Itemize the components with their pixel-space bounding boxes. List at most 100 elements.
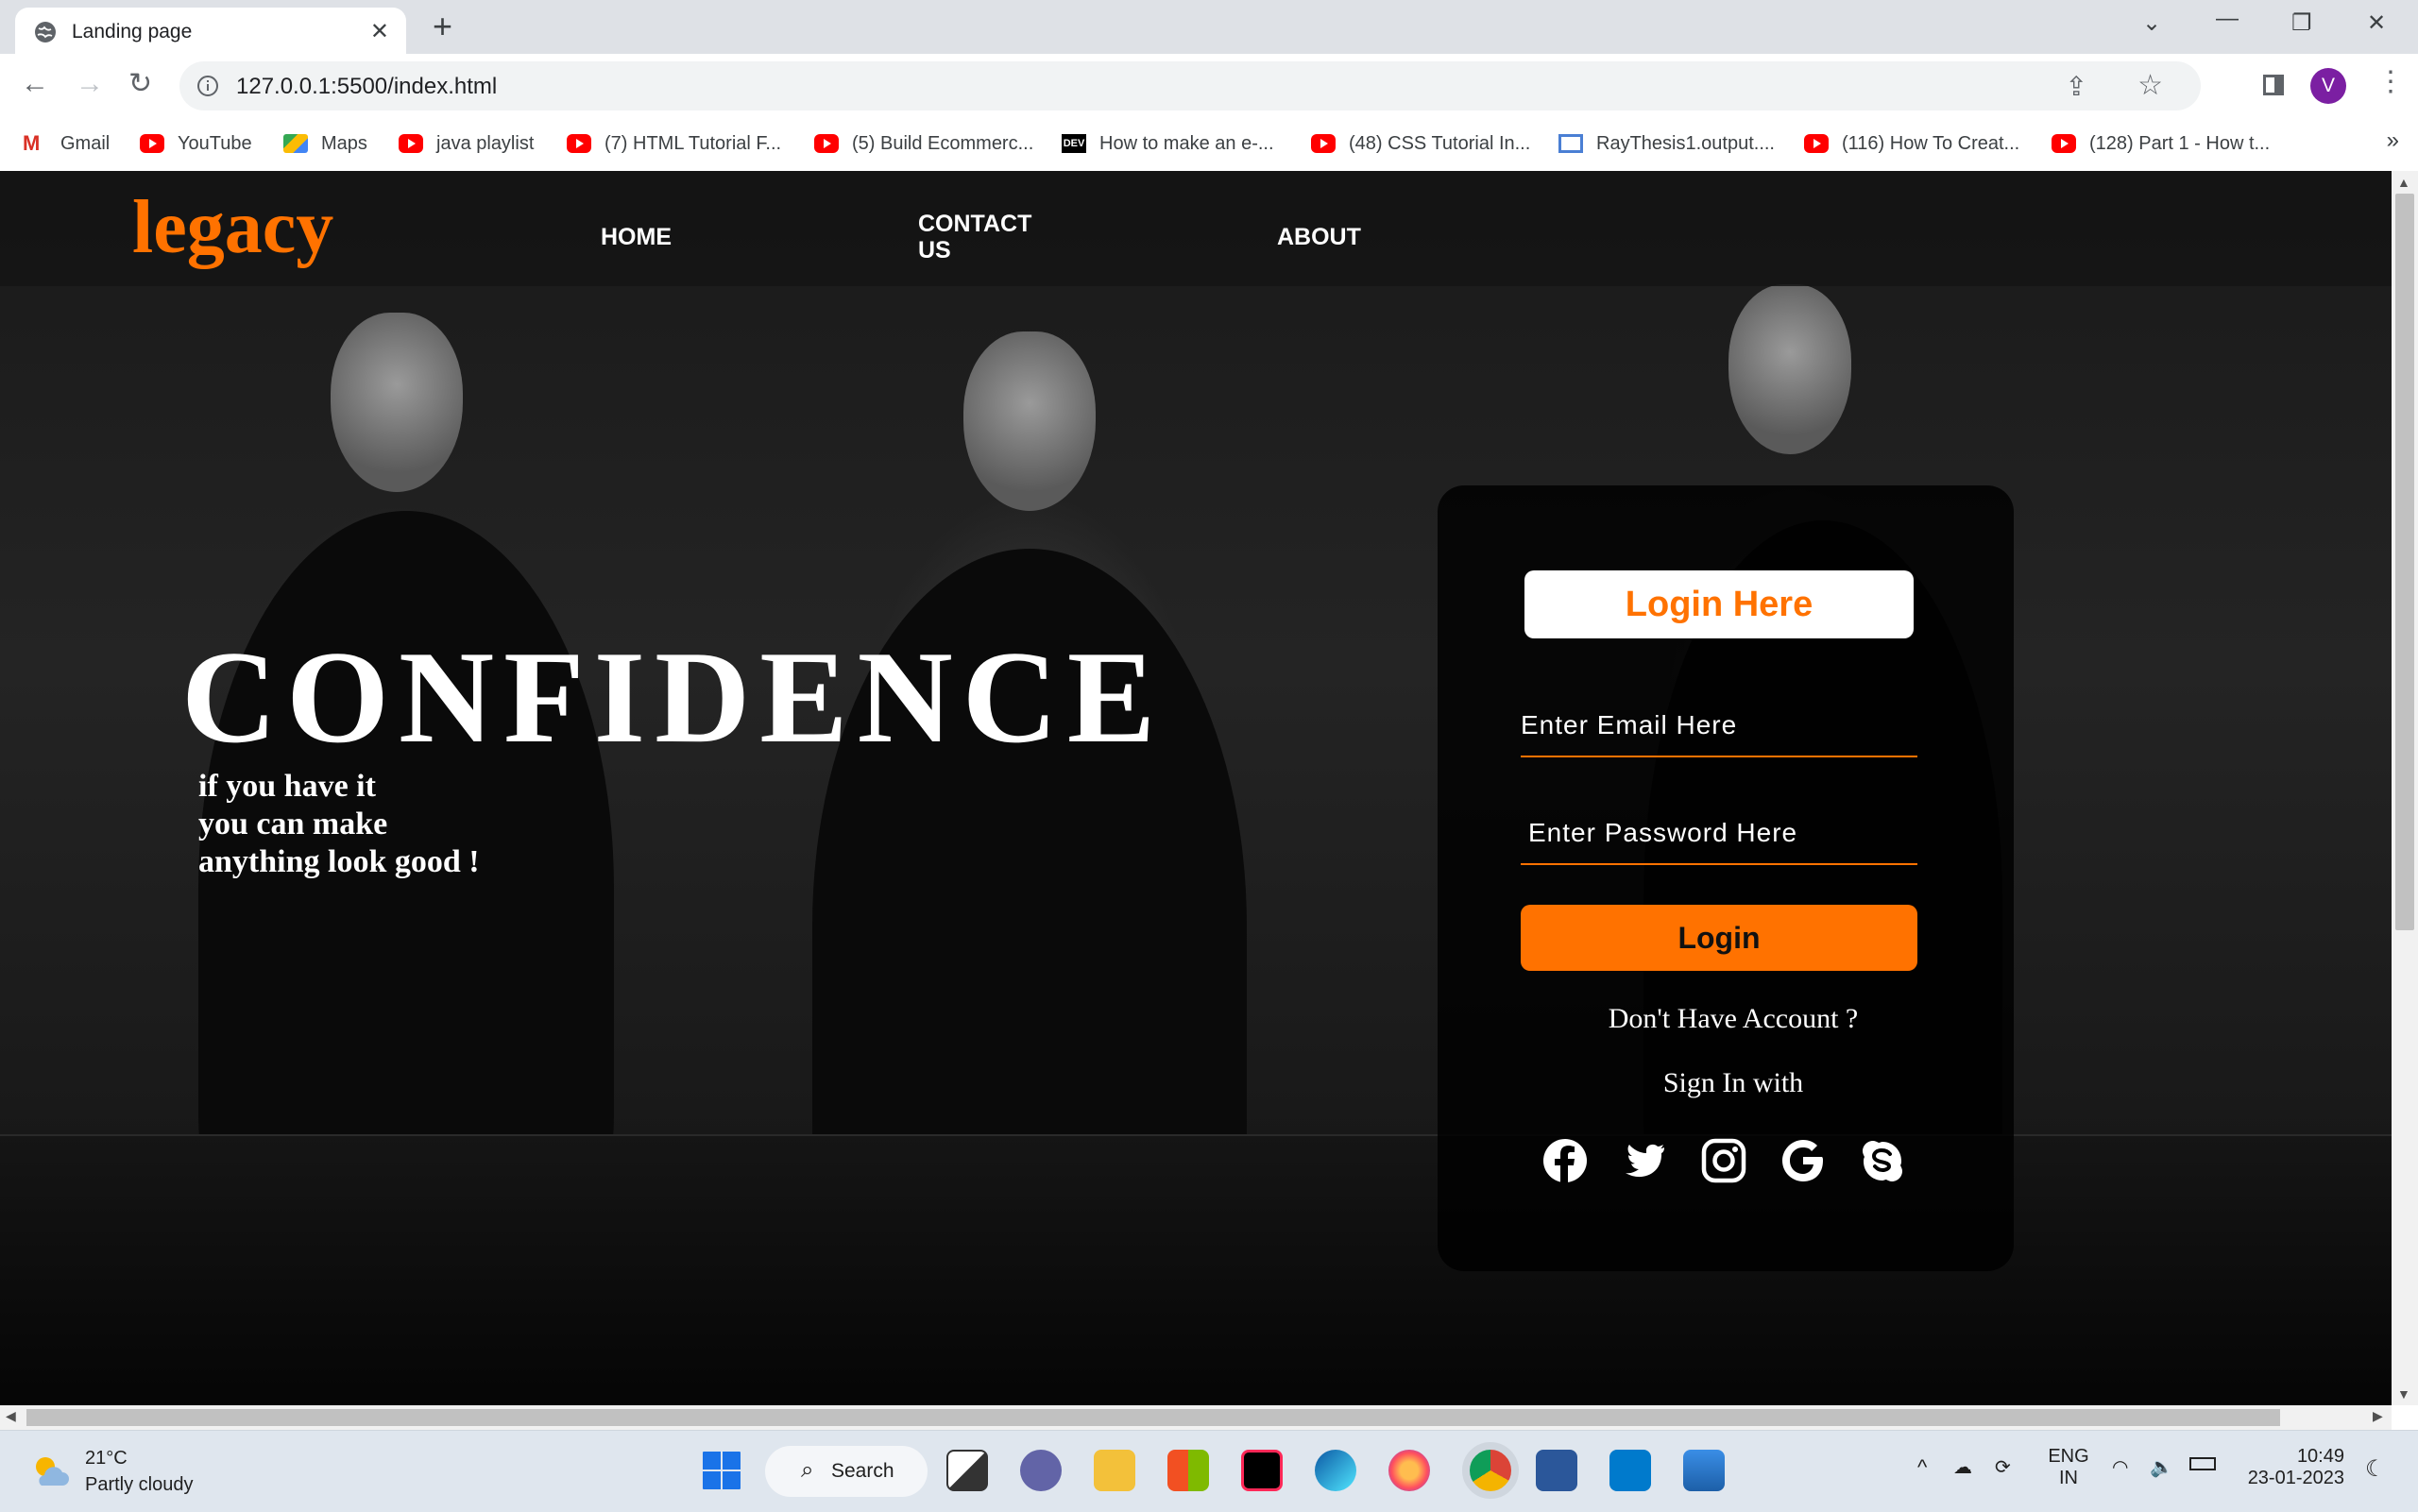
onedrive-icon[interactable]: ☁ xyxy=(1953,1455,1972,1479)
more-bookmarks-icon[interactable]: » xyxy=(2387,127,2399,154)
email-placeholder: Enter Email Here xyxy=(1521,710,1738,739)
word-icon[interactable] xyxy=(1536,1450,1577,1491)
weather-icon[interactable] xyxy=(28,1450,72,1493)
language-line1: ENG xyxy=(2048,1446,2089,1467)
new-tab-button[interactable]: + xyxy=(433,8,452,45)
youtube-icon xyxy=(399,134,423,153)
password-field[interactable]: Enter Password Here xyxy=(1521,805,1917,865)
hero-tagline-line3: anything look good ! xyxy=(198,844,480,879)
chrome-icon[interactable] xyxy=(1462,1442,1519,1499)
intellij-icon[interactable] xyxy=(1241,1450,1283,1491)
site-info-icon[interactable] xyxy=(196,75,219,97)
browser-tab[interactable]: Landing page ✕ xyxy=(15,8,406,54)
globe-icon xyxy=(35,22,56,42)
taskbar: 21°C Partly cloudy ⌕ Search ^ ☁ ⟳ ENG IN… xyxy=(0,1430,2418,1512)
dev-icon: DEV xyxy=(1062,134,1086,153)
task-view-icon[interactable] xyxy=(946,1450,988,1491)
bookmarks-bar: M Gmail YouTube Maps java playlist (7) HT… xyxy=(0,118,2418,172)
restore-button[interactable]: ❐ xyxy=(2291,9,2312,37)
nav-home[interactable]: HOME xyxy=(601,224,672,250)
bookmark-maps[interactable]: Maps xyxy=(283,127,367,160)
weather-condition[interactable]: Partly cloudy xyxy=(85,1474,194,1496)
bookmark-how-to-create[interactable]: (116) How To Creat... xyxy=(1804,127,2019,160)
scroll-left-icon[interactable]: ◀ xyxy=(6,1408,16,1424)
nav-about[interactable]: ABOUT xyxy=(1277,224,1361,250)
site-header: legacy HOME CONTACT US ABOUT xyxy=(0,171,2392,286)
google-icon[interactable] xyxy=(1779,1137,1827,1184)
gmail-icon: M xyxy=(23,131,41,155)
page-viewport: legacy HOME CONTACT US ABOUT CONFIDENCE … xyxy=(0,171,2392,1405)
battery-icon[interactable] xyxy=(2189,1457,2216,1470)
horizontal-scroll-thumb[interactable] xyxy=(26,1409,2280,1426)
notifications-icon[interactable]: ☾ xyxy=(2365,1455,2386,1483)
sync-icon[interactable]: ⟳ xyxy=(1995,1455,2011,1479)
back-icon[interactable]: ← xyxy=(21,67,49,101)
reload-icon[interactable]: ↻ xyxy=(128,67,152,101)
show-hidden-icons-icon[interactable]: ^ xyxy=(1917,1455,1927,1480)
bookmark-youtube[interactable]: YouTube xyxy=(140,127,252,160)
windows-start-icon[interactable] xyxy=(701,1450,742,1491)
facebook-icon[interactable] xyxy=(1541,1137,1589,1184)
close-tab-icon[interactable]: ✕ xyxy=(370,18,389,45)
firefox-icon[interactable] xyxy=(1388,1450,1430,1491)
background-sofa xyxy=(0,1134,2392,1405)
bookmark-html-tutorial[interactable]: (7) HTML Tutorial F... xyxy=(567,127,781,160)
login-panel: Login Here Enter Email Here Enter Passwo… xyxy=(1438,485,2014,1271)
photos-icon[interactable] xyxy=(1683,1450,1725,1491)
microsoft-store-icon[interactable] xyxy=(1167,1450,1209,1491)
no-account-link[interactable]: Don't Have Account ? xyxy=(1438,1003,2014,1035)
twitter-icon[interactable] xyxy=(1621,1137,1668,1184)
bookmark-css-tutorial[interactable]: (48) CSS Tutorial In... xyxy=(1311,127,1530,160)
bookmark-part-1[interactable]: (128) Part 1 - How t... xyxy=(2052,127,2270,160)
youtube-icon xyxy=(2052,134,2076,153)
language-line2: IN xyxy=(2059,1468,2078,1488)
youtube-icon xyxy=(140,134,164,153)
vertical-scroll-thumb[interactable] xyxy=(2395,194,2414,930)
nav-contact-line1: CONTACT xyxy=(918,211,1032,237)
scroll-down-icon[interactable]: ▼ xyxy=(2397,1386,2410,1402)
forward-icon[interactable]: → xyxy=(76,67,104,101)
close-window-button[interactable]: ✕ xyxy=(2367,9,2386,37)
horizontal-scrollbar[interactable]: ◀ ▶ xyxy=(0,1405,2392,1430)
address-bar[interactable]: 127.0.0.1:5500/index.html ⇪ ☆ xyxy=(179,61,2201,110)
hero-tagline-line2: you can make xyxy=(198,807,388,841)
tab-title: Landing page xyxy=(72,21,193,42)
bookmark-java-playlist[interactable]: java playlist xyxy=(399,127,534,160)
profile-avatar[interactable]: V xyxy=(2310,68,2346,104)
background-face-center xyxy=(963,331,1096,511)
bookmark-dev-article[interactable]: DEV How to make an e-... xyxy=(1062,127,1274,160)
teams-chat-icon[interactable] xyxy=(1020,1450,1062,1491)
youtube-icon xyxy=(1804,134,1829,153)
minimize-button[interactable]: — xyxy=(2216,6,2239,32)
bookmark-star-icon[interactable]: ☆ xyxy=(2137,69,2163,102)
vscode-icon[interactable] xyxy=(1609,1450,1651,1491)
vertical-scrollbar[interactable]: ▲ ▼ xyxy=(2392,171,2418,1405)
instagram-icon[interactable] xyxy=(1700,1137,1747,1184)
wifi-icon[interactable]: ◠ xyxy=(2112,1455,2128,1479)
volume-icon[interactable]: 🔈 xyxy=(2150,1455,2173,1479)
taskbar-search-label: Search xyxy=(831,1460,894,1482)
bookmark-raythesis[interactable]: RayThesis1.output.... xyxy=(1558,127,1775,160)
tab-strip: Landing page ✕ + ⌄ — ❐ ✕ xyxy=(0,0,2418,54)
taskbar-search[interactable]: ⌕ Search xyxy=(765,1446,928,1497)
youtube-icon xyxy=(567,134,591,153)
edge-icon[interactable] xyxy=(1315,1450,1356,1491)
side-panel-icon[interactable] xyxy=(2263,75,2284,95)
skype-icon[interactable] xyxy=(1859,1137,1906,1184)
scroll-up-icon[interactable]: ▲ xyxy=(2397,175,2410,190)
email-field[interactable]: Enter Email Here xyxy=(1521,697,1917,757)
nav-contact-us[interactable]: CONTACT US xyxy=(918,211,1031,263)
weather-temperature[interactable]: 21°C xyxy=(85,1448,128,1470)
share-icon[interactable]: ⇪ xyxy=(2066,71,2087,102)
menu-dots-icon[interactable]: ⋮ xyxy=(2376,65,2405,98)
bookmark-build-ecommerce[interactable]: (5) Build Ecommerc... xyxy=(814,127,1033,160)
language-indicator[interactable]: ENG IN xyxy=(2040,1446,2097,1489)
clock[interactable]: 10:49 23-01-2023 xyxy=(2240,1446,2344,1489)
background-face-right xyxy=(1728,284,1851,454)
tab-search-icon[interactable]: ⌄ xyxy=(2142,9,2161,37)
login-button[interactable]: Login xyxy=(1521,905,1917,971)
site-logo[interactable]: legacy xyxy=(132,184,333,271)
file-explorer-icon[interactable] xyxy=(1094,1450,1135,1491)
bookmark-gmail[interactable]: M Gmail xyxy=(23,127,110,160)
scroll-right-icon[interactable]: ▶ xyxy=(2373,1408,2383,1424)
